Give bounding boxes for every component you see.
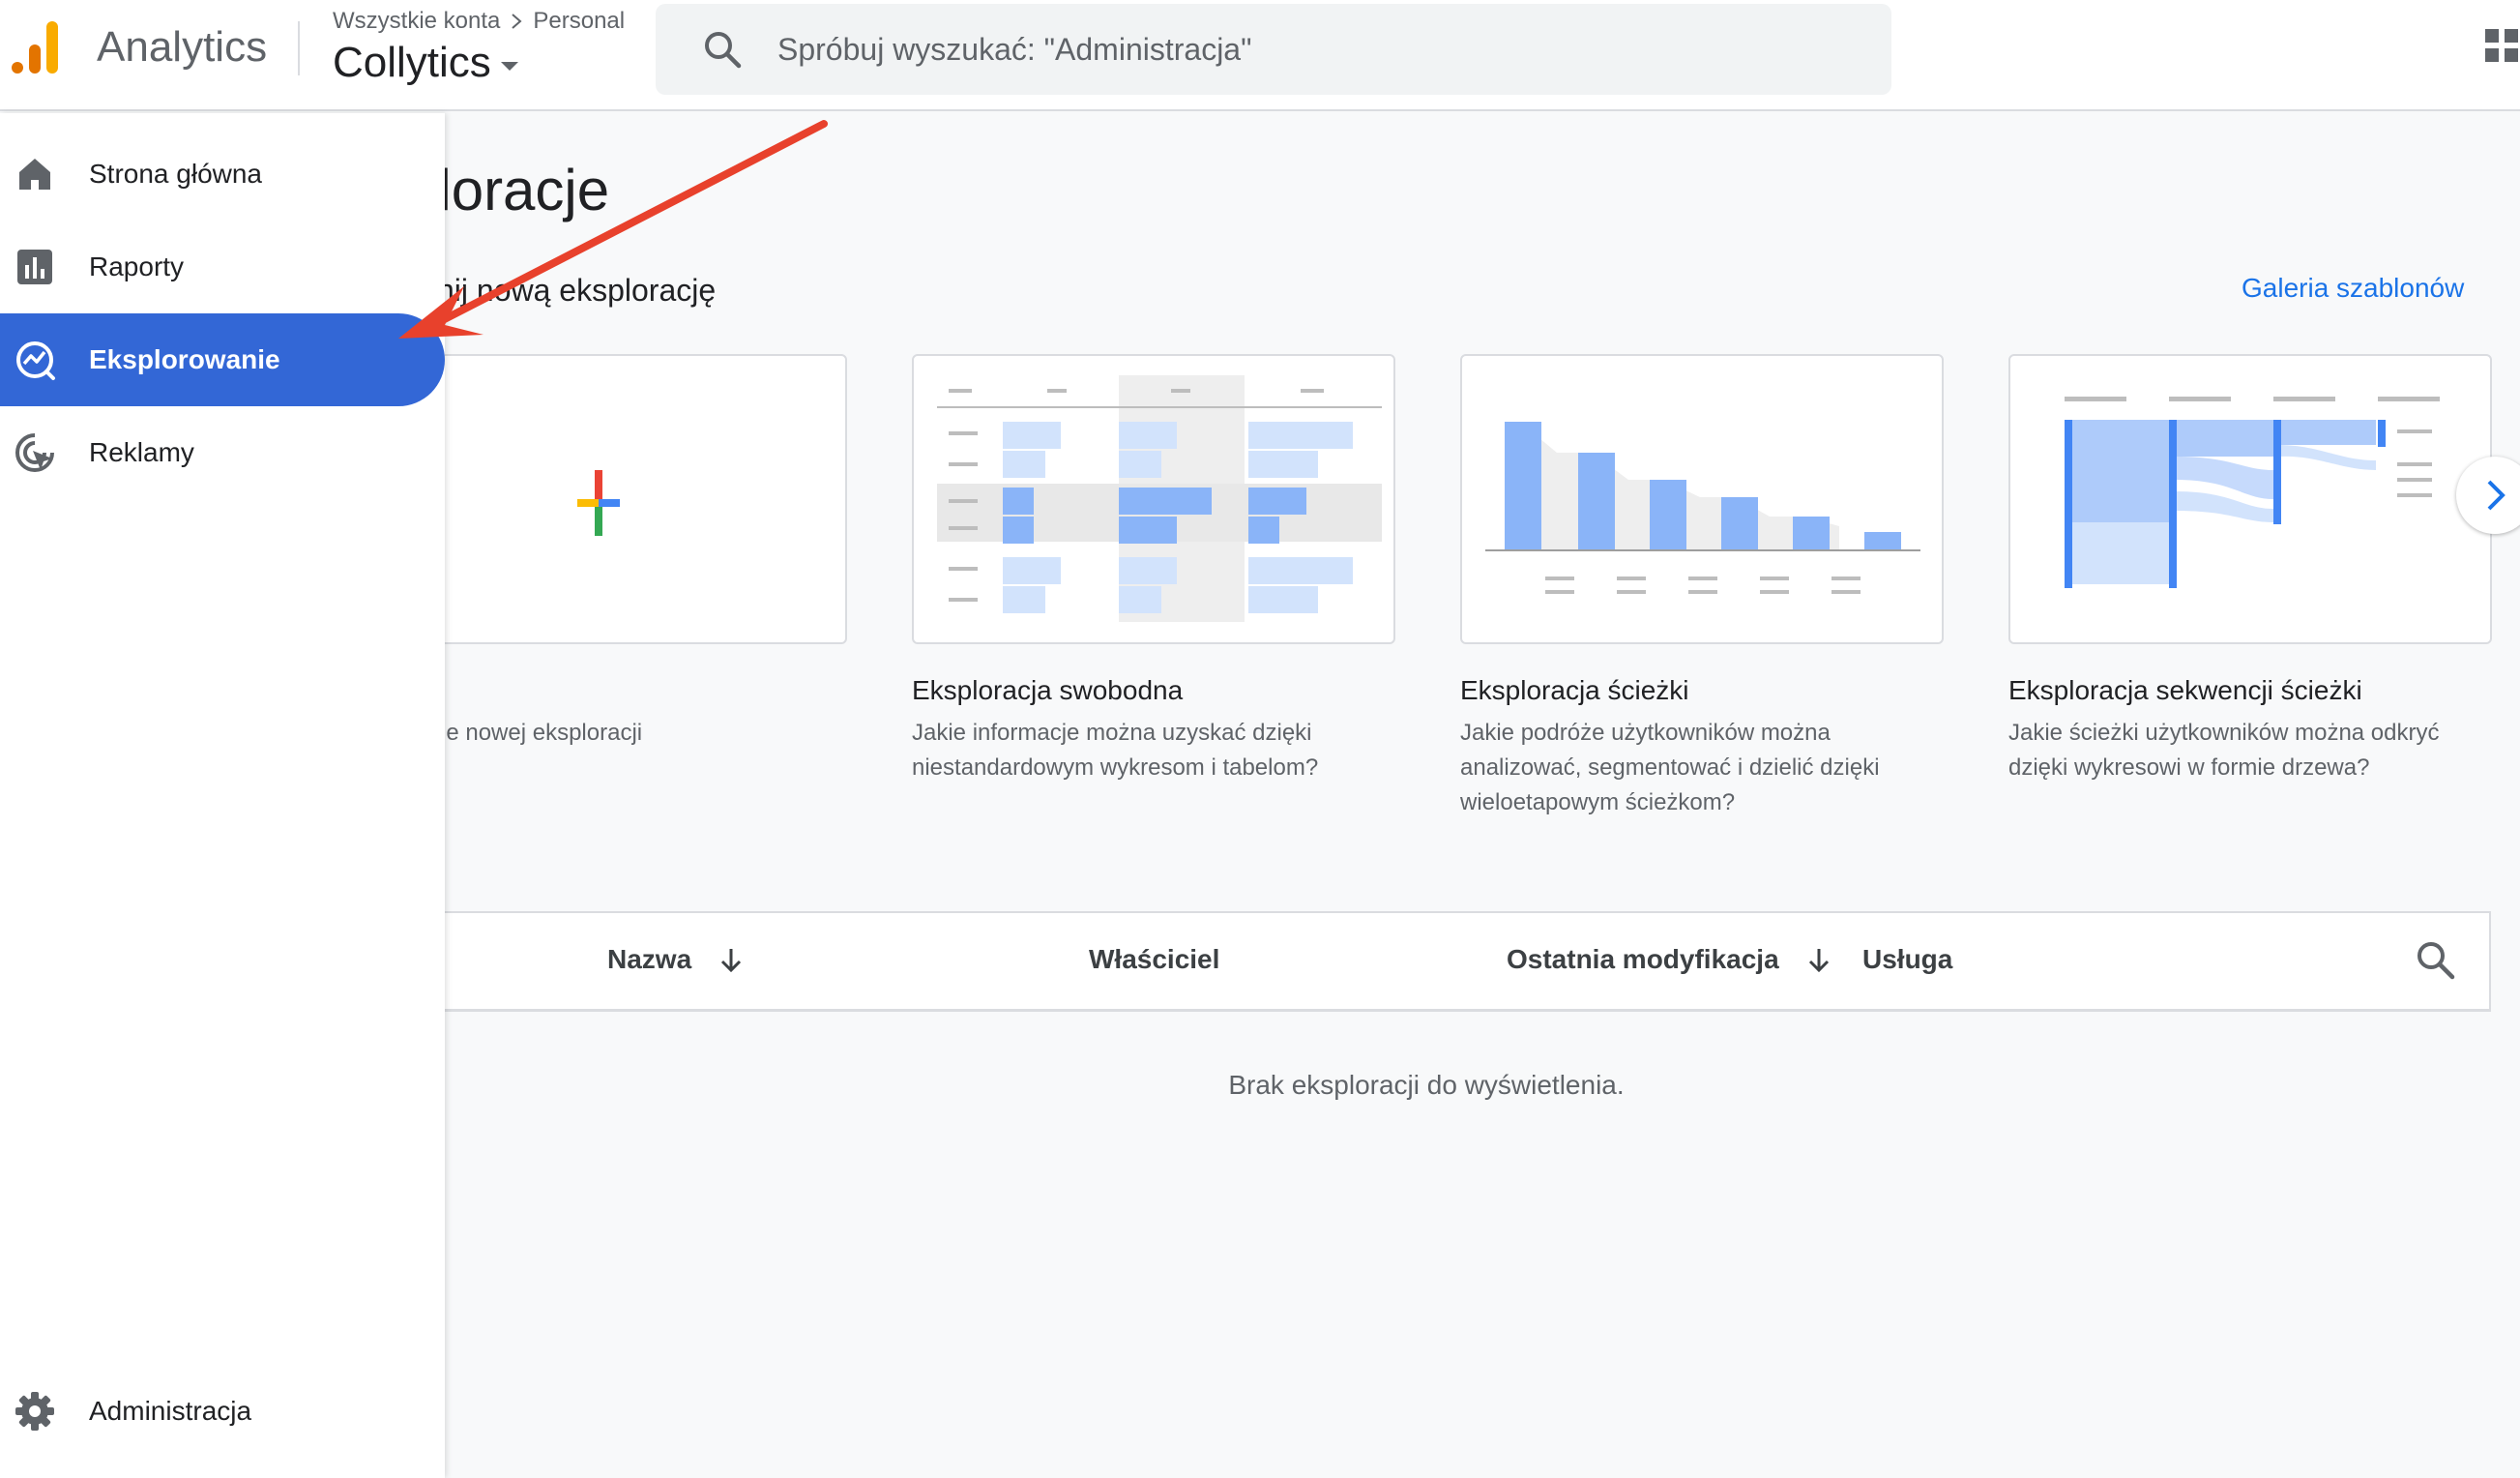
column-service-header[interactable]: Usługa — [1862, 944, 1952, 975]
search-input[interactable] — [777, 25, 1841, 74]
card-description: Jakie podróże użytkowników można analizo… — [1460, 720, 1880, 815]
sidebar-item-label: Eksplorowanie — [89, 344, 280, 374]
template-gallery-link[interactable]: Galeria szablonów — [2242, 273, 2464, 304]
sidebar-item-admin[interactable]: Administracja — [0, 1365, 445, 1458]
advertising-icon — [15, 433, 54, 472]
chevron-right-icon — [2487, 480, 2505, 511]
breadcrumb-account[interactable]: Wszystkie konta — [333, 8, 500, 35]
freeform-exploration-card[interactable] — [912, 354, 1395, 644]
analytics-logo-icon[interactable] — [10, 17, 62, 75]
sidebar: Strona główna Raporty Eksplorowanie Rekl… — [0, 113, 445, 1478]
property-name: Collytics — [333, 39, 491, 86]
column-modified-header[interactable]: Ostatnia modyfikacja — [1507, 944, 1833, 975]
freeform-table-icon — [937, 375, 1382, 622]
card-title: Eksploracja swobodna — [912, 675, 1184, 705]
funnel-exploration-card[interactable] — [1460, 354, 1944, 644]
card-description: Jakie informacje można uzyskać dzięki ni… — [912, 720, 1319, 781]
app-name: Analytics — [97, 23, 268, 71]
card-title: Eksploracja sekwencji ścieżki — [2008, 675, 2362, 705]
breadcrumb[interactable]: Wszystkie konta Personal — [333, 8, 625, 35]
column-owner-header[interactable]: Właściciel — [1089, 944, 1219, 975]
sidebar-item-label: Reklamy — [89, 437, 194, 467]
explorations-table-header: Nazwa Właściciel Ostatnia modyfikacja Us… — [406, 911, 2491, 1012]
sidebar-item-explore[interactable]: Eksplorowanie — [0, 313, 445, 406]
header-divider — [298, 21, 300, 75]
column-name-header[interactable]: Nazwa — [607, 944, 746, 975]
sort-arrow-down-icon[interactable] — [1804, 945, 1833, 974]
gear-icon — [15, 1392, 54, 1431]
sidebar-item-reports[interactable]: Raporty — [0, 221, 445, 313]
bar-chart-icon — [17, 250, 52, 284]
chevron-right-icon — [512, 14, 522, 29]
card-description: Jakie ścieżki użytkowników można odkryć … — [2008, 720, 2440, 781]
caret-down-icon — [500, 61, 518, 71]
sidebar-item-advertising[interactable]: Reklamy — [0, 406, 445, 499]
path-exploration-card[interactable] — [2008, 354, 2492, 644]
search-bar[interactable] — [656, 4, 1891, 95]
breadcrumb-property[interactable]: Personal — [533, 8, 625, 35]
start-new-exploration-label: cznij nową eksplorację — [406, 273, 717, 308]
sidebar-item-label: Raporty — [89, 251, 185, 281]
property-selector[interactable]: Collytics — [333, 39, 518, 87]
search-icon — [705, 32, 742, 69]
path-tree-icon — [2065, 397, 2440, 588]
home-icon — [19, 159, 50, 190]
sidebar-item-home[interactable]: Strona główna — [0, 128, 445, 221]
sidebar-item-label: Administracja — [89, 1396, 252, 1426]
search-icon[interactable] — [2414, 938, 2456, 981]
sort-arrow-down-icon[interactable] — [717, 945, 746, 974]
top-bar: Analytics Wszystkie konta Personal Colly… — [0, 0, 2520, 111]
apps-grid-icon[interactable] — [2485, 29, 2520, 68]
card-title: Eksploracja ścieżki — [1460, 675, 1689, 705]
explore-icon — [16, 341, 55, 380]
sidebar-item-label: Strona główna — [89, 159, 263, 189]
funnel-icon — [1485, 422, 1920, 594]
